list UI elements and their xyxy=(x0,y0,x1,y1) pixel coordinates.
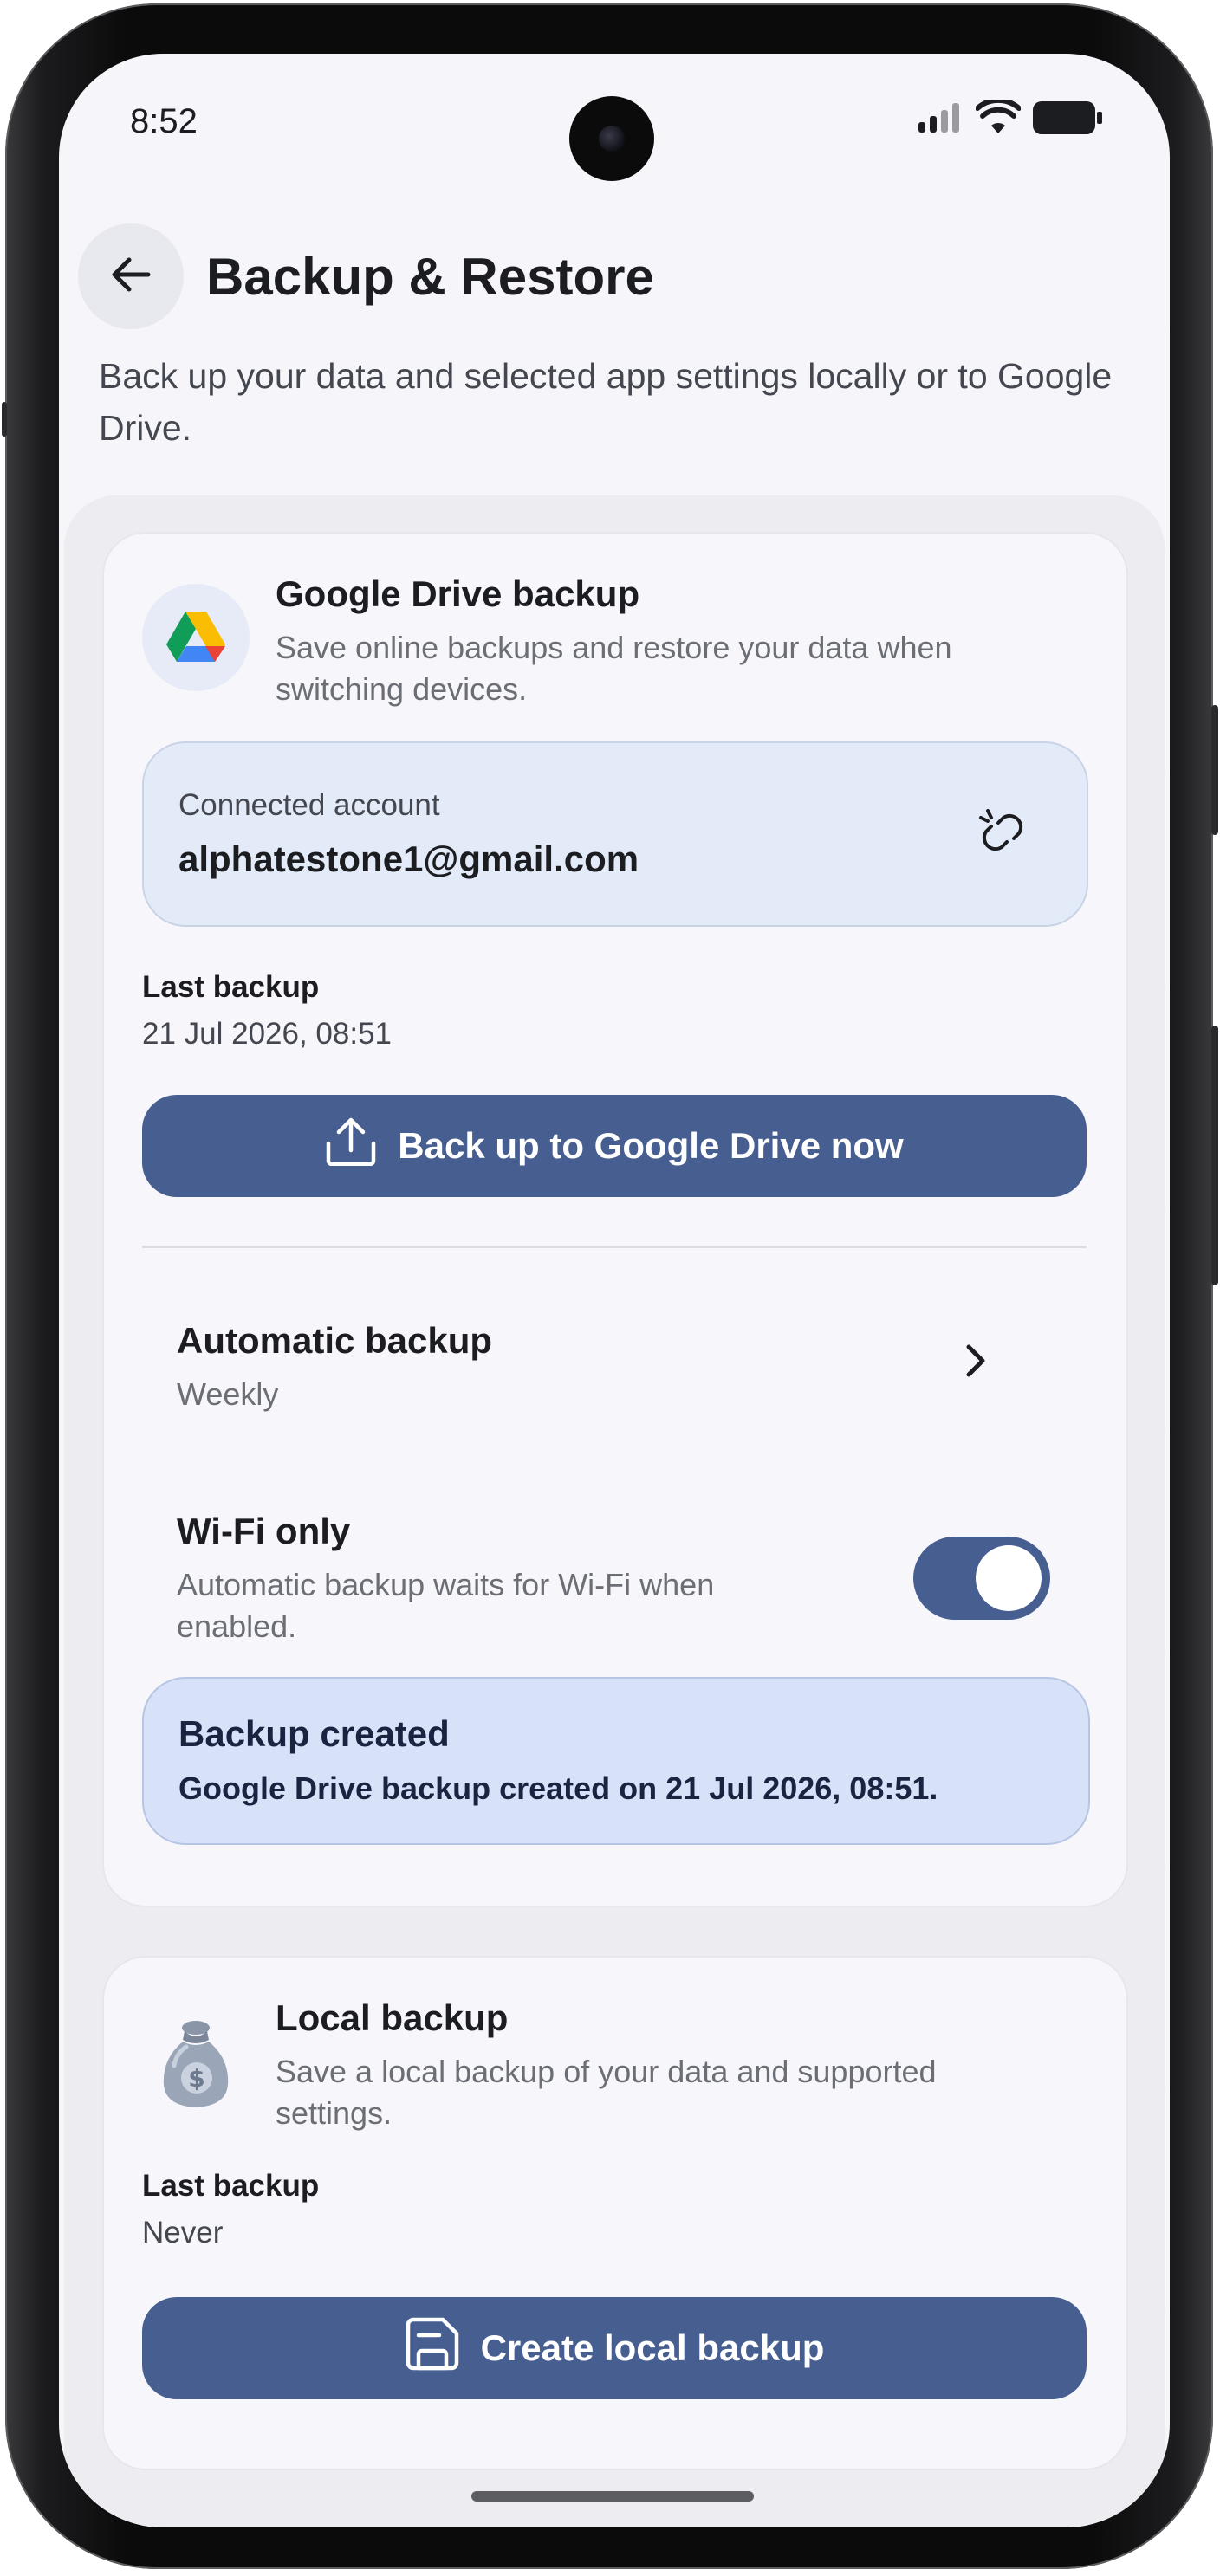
status-time: 8:52 xyxy=(130,102,198,140)
local-card-title: Local backup xyxy=(276,1997,509,2038)
volume-button xyxy=(1211,1026,1218,1285)
phone-frame: 8:52 Backup & Restore Back up your data … xyxy=(2,3,1218,2569)
status-icons xyxy=(918,97,1102,139)
power-button xyxy=(1211,705,1218,835)
backup-to-drive-label: Back up to Google Drive now xyxy=(398,1125,904,1166)
backup-options-panel: Google Drive backup Save online backups … xyxy=(64,495,1165,2527)
local-last-backup-value: Never xyxy=(142,2216,224,2249)
notice-body: Google Drive backup created on 21 Jul 20… xyxy=(178,1770,938,1806)
drive-card-divider xyxy=(142,1246,1087,1248)
wifi-only-row: Wi-Fi only Automatic backup waits for Wi… xyxy=(142,1469,1087,1644)
local-card-description: Save a local backup of your data and sup… xyxy=(276,2054,937,2131)
connected-account-box: Connected account alphatestone1@gmail.co… xyxy=(142,741,1088,927)
create-local-backup-label: Create local backup xyxy=(480,2327,825,2368)
local-backup-card: $ Local backup Save a local backup of yo… xyxy=(102,1956,1128,2470)
left-side-button xyxy=(2,402,7,437)
front-camera xyxy=(569,96,654,181)
unlink-icon xyxy=(976,806,1029,864)
screen: 8:52 Backup & Restore Back up your data … xyxy=(59,54,1170,2527)
back-button[interactable] xyxy=(78,223,184,329)
google-drive-icon xyxy=(142,584,250,691)
wifi-only-description: Automatic backup waits for Wi-Fi when en… xyxy=(177,1567,715,1644)
wifi-icon xyxy=(975,97,1022,139)
status-bar: 8:52 xyxy=(59,54,1170,184)
unlink-account-button[interactable] xyxy=(964,795,1042,873)
connected-account-label: Connected account xyxy=(178,788,440,822)
save-icon xyxy=(405,2316,460,2380)
notice-title: Backup created xyxy=(178,1713,450,1754)
automatic-backup-title: Automatic backup xyxy=(177,1320,493,1361)
upload-icon xyxy=(325,1117,377,1175)
backup-to-drive-button[interactable]: Back up to Google Drive now xyxy=(142,1095,1087,1197)
backup-created-notice: Backup created Google Drive backup creat… xyxy=(142,1677,1090,1845)
connected-account-email: alphatestone1@gmail.com xyxy=(178,838,639,879)
google-drive-card: Google Drive backup Save online backups … xyxy=(102,532,1128,1907)
page-title: Backup & Restore xyxy=(206,247,654,306)
wifi-only-toggle[interactable] xyxy=(913,1537,1050,1620)
arrow-left-icon xyxy=(108,252,153,301)
money-bag-icon: $ xyxy=(142,2010,250,2117)
drive-card-description: Save online backups and restore your dat… xyxy=(276,630,952,707)
svg-text:$: $ xyxy=(188,2064,204,2093)
chevron-right-icon xyxy=(964,1343,988,1383)
signal-icon xyxy=(918,102,964,137)
drive-last-backup-label: Last backup xyxy=(142,970,320,1004)
top-app-bar: Backup & Restore xyxy=(78,223,654,329)
toggle-knob xyxy=(976,1545,1042,1611)
local-last-backup-label: Last backup xyxy=(142,2169,320,2203)
page-subtitle: Back up your data and selected app setti… xyxy=(99,356,1113,448)
drive-last-backup-value: 21 Jul 2026, 08:51 xyxy=(142,1017,393,1051)
battery-icon xyxy=(1033,100,1102,139)
create-local-backup-button[interactable]: Create local backup xyxy=(142,2297,1087,2399)
automatic-backup-row[interactable]: Automatic backup Weekly xyxy=(142,1278,1087,1426)
wifi-only-title: Wi-Fi only xyxy=(177,1511,351,1551)
drive-card-title: Google Drive backup xyxy=(276,573,640,614)
automatic-backup-value: Weekly xyxy=(177,1376,279,1412)
home-indicator[interactable] xyxy=(471,2491,754,2502)
